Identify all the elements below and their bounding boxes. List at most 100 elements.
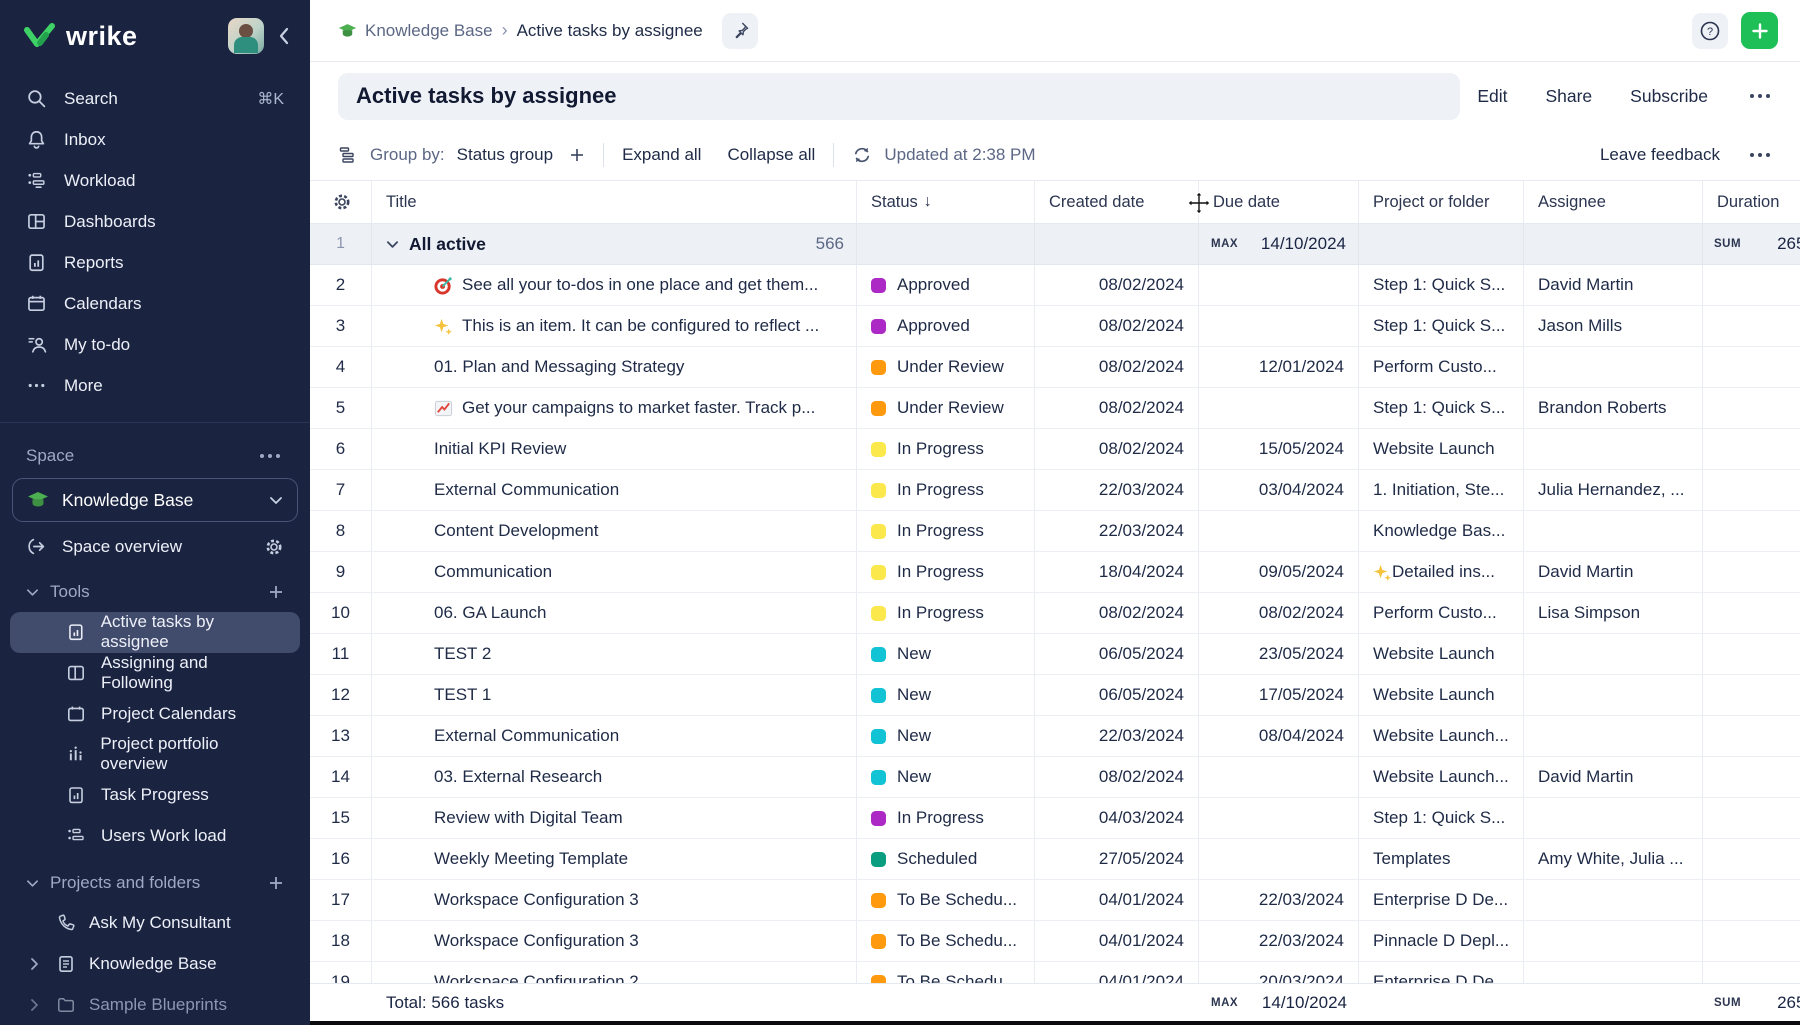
refresh-icon[interactable] [852, 145, 872, 165]
gear-icon[interactable] [264, 537, 284, 557]
task-created-date-cell[interactable]: 08/02/2024 [1035, 429, 1199, 470]
space-selector[interactable]: Knowledge Base [12, 478, 298, 523]
task-due-date-cell[interactable]: 23/05/2024 [1199, 634, 1359, 675]
task-status-cell[interactable]: Scheduled [857, 839, 1035, 880]
task-created-date-cell[interactable]: 22/03/2024 [1035, 470, 1199, 511]
table-row[interactable]: 6 Initial KPI Review In Progress 08/02/2… [310, 429, 1800, 470]
sidebar-item-users-work-load[interactable]: Users Work load [10, 815, 300, 856]
sidebar-item-calendars[interactable]: Calendars [0, 283, 310, 324]
task-due-date-cell[interactable]: 08/04/2024 [1199, 716, 1359, 757]
task-created-date-cell[interactable]: 18/04/2024 [1035, 552, 1199, 593]
task-created-date-cell[interactable]: 04/01/2024 [1035, 880, 1199, 921]
task-duration-cell[interactable] [1703, 757, 1800, 798]
column-header-created-date[interactable]: Created date [1035, 181, 1199, 223]
task-title-cell[interactable]: TEST 1 [372, 675, 857, 716]
task-status-cell[interactable]: To Be Schedu... [857, 880, 1035, 921]
task-title-cell[interactable]: 01. Plan and Messaging Strategy [372, 347, 857, 388]
table-row[interactable]: 8 Content Development In Progress 22/03/… [310, 511, 1800, 552]
task-status-cell[interactable]: New [857, 675, 1035, 716]
task-project-cell[interactable]: Website Launch [1359, 429, 1524, 470]
add-project-icon[interactable] [268, 875, 284, 891]
task-title-cell[interactable]: Initial KPI Review [372, 429, 857, 470]
collapse-all-button[interactable]: Collapse all [727, 145, 815, 165]
sidebar-item-sample-blueprints[interactable]: Sample Blueprints [0, 984, 310, 1025]
task-project-cell[interactable]: Website Launch... [1359, 716, 1524, 757]
task-duration-cell[interactable] [1703, 470, 1800, 511]
task-status-cell[interactable]: Under Review [857, 388, 1035, 429]
collapse-sidebar-icon[interactable] [278, 27, 290, 45]
task-project-cell[interactable]: Step 1: Quick S... [1359, 265, 1524, 306]
task-project-cell[interactable]: 1. Initiation, Ste... [1359, 470, 1524, 511]
sidebar-item-active-tasks-by-assignee[interactable]: Active tasks by assignee [10, 612, 300, 653]
task-due-date-cell[interactable] [1199, 511, 1359, 552]
task-project-cell[interactable]: Enterprise D De... [1359, 880, 1524, 921]
task-assignee-cell[interactable] [1524, 347, 1703, 388]
task-assignee-cell[interactable] [1524, 716, 1703, 757]
task-duration-cell[interactable] [1703, 347, 1800, 388]
task-title-cell[interactable]: Workspace Configuration 3 [372, 880, 857, 921]
task-created-date-cell[interactable]: 08/02/2024 [1035, 265, 1199, 306]
sidebar-item-dashboards[interactable]: Dashboards [0, 201, 310, 242]
sidebar-item-reports[interactable]: Reports [0, 242, 310, 283]
task-duration-cell[interactable] [1703, 675, 1800, 716]
table-row[interactable]: 14 03. External Research New 08/02/2024 … [310, 757, 1800, 798]
task-due-date-cell[interactable] [1199, 839, 1359, 880]
sidebar-item-knowledge-base[interactable]: Knowledge Base [0, 944, 310, 985]
column-header-title[interactable]: Title [372, 181, 857, 223]
sidebar-item-ask-my-consultant[interactable]: Ask My Consultant [0, 903, 310, 944]
task-status-cell[interactable]: Approved [857, 306, 1035, 347]
task-project-cell[interactable]: Perform Custo... [1359, 347, 1524, 388]
task-project-cell[interactable]: Pinnacle D Depl... [1359, 921, 1524, 962]
task-due-date-cell[interactable]: 12/01/2024 [1199, 347, 1359, 388]
sidebar-item-inbox[interactable]: Inbox [0, 119, 310, 160]
task-duration-cell[interactable] [1703, 593, 1800, 634]
share-button[interactable]: Share [1545, 86, 1592, 107]
task-created-date-cell[interactable]: 06/05/2024 [1035, 634, 1199, 675]
subscribe-button[interactable]: Subscribe [1630, 86, 1708, 107]
task-due-date-cell[interactable]: 22/03/2024 [1199, 880, 1359, 921]
task-status-cell[interactable]: In Progress [857, 511, 1035, 552]
column-header-assignee[interactable]: Assignee [1524, 181, 1703, 223]
task-project-cell[interactable]: Detailed ins... [1359, 552, 1524, 593]
title-more-menu-icon[interactable] [1746, 90, 1774, 102]
expand-all-button[interactable]: Expand all [622, 145, 701, 165]
task-duration-cell[interactable] [1703, 429, 1800, 470]
space-menu-icon[interactable] [256, 450, 284, 462]
table-settings-cell[interactable] [310, 181, 372, 223]
table-row[interactable]: 7 External Communication In Progress 22/… [310, 470, 1800, 511]
report-title-input[interactable]: Active tasks by assignee [338, 73, 1460, 120]
task-due-date-cell[interactable] [1199, 306, 1359, 347]
task-title-cell[interactable]: Get your campaigns to market faster. Tra… [372, 388, 857, 429]
task-assignee-cell[interactable]: David Martin [1524, 552, 1703, 593]
task-status-cell[interactable]: In Progress [857, 470, 1035, 511]
task-status-cell[interactable]: In Progress [857, 593, 1035, 634]
task-created-date-cell[interactable]: 27/05/2024 [1035, 839, 1199, 880]
task-title-cell[interactable]: External Communication [372, 716, 857, 757]
group-by-icon[interactable] [338, 145, 358, 165]
table-row[interactable]: 12 TEST 1 New 06/05/2024 17/05/2024 Webs… [310, 675, 1800, 716]
task-duration-cell[interactable] [1703, 880, 1800, 921]
sidebar-item-workload[interactable]: Workload [0, 160, 310, 201]
group-by-value[interactable]: Status group [457, 145, 553, 165]
sidebar-item-more[interactable]: More [0, 365, 310, 406]
task-duration-cell[interactable] [1703, 265, 1800, 306]
create-new-button[interactable] [1741, 12, 1778, 49]
task-created-date-cell[interactable]: 06/05/2024 [1035, 675, 1199, 716]
pin-button[interactable] [722, 13, 758, 49]
task-due-date-cell[interactable] [1199, 265, 1359, 306]
task-title-cell[interactable]: This is an item. It can be configured to… [372, 306, 857, 347]
breadcrumb-space-link[interactable]: Knowledge Base [338, 21, 493, 41]
chevron-down-icon[interactable] [386, 240, 399, 249]
task-created-date-cell[interactable]: 22/03/2024 [1035, 511, 1199, 552]
task-duration-cell[interactable] [1703, 388, 1800, 429]
task-status-cell[interactable]: To Be Schedu... [857, 921, 1035, 962]
column-header-status[interactable]: Status↓ [857, 181, 1035, 223]
task-title-cell[interactable]: 06. GA Launch [372, 593, 857, 634]
task-duration-cell[interactable] [1703, 798, 1800, 839]
gear-icon[interactable] [332, 192, 352, 212]
table-row[interactable]: 15 Review with Digital Team In Progress … [310, 798, 1800, 839]
task-created-date-cell[interactable]: 08/02/2024 [1035, 347, 1199, 388]
table-row[interactable]: 17 Workspace Configuration 3 To Be Sched… [310, 880, 1800, 921]
sidebar-item-task-progress[interactable]: Task Progress [10, 775, 300, 816]
table-row[interactable]: 10 06. GA Launch In Progress 08/02/2024 … [310, 593, 1800, 634]
